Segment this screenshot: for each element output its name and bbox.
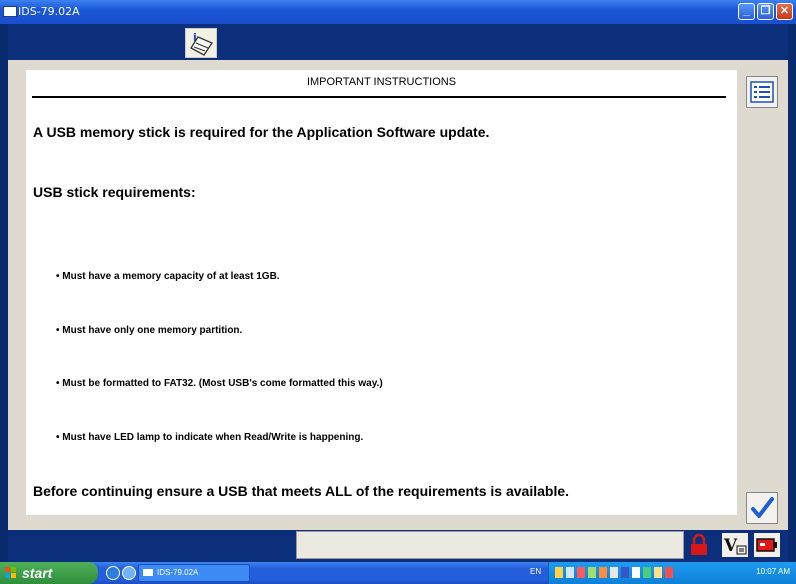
tray-alert-icon[interactable] [577,567,585,578]
svg-text:V: V [723,536,738,556]
minimize-button[interactable]: _ [738,3,755,20]
tray-app-icon[interactable] [588,567,596,578]
page-title: IMPORTANT INSTRUCTIONS [306,76,457,88]
tray-app-icon[interactable] [621,567,629,578]
requirement-item: • Must be formatted to FAT32. (Most USB'… [56,378,383,389]
window-icon [143,569,153,576]
requirements-heading: USB stick requirements: [33,184,196,200]
tray-app-icon[interactable] [643,567,651,578]
tray-network-icon[interactable] [566,567,574,578]
taskbar: start IDS-79.02A EN 10:07 AM [0,562,796,584]
vehicle-connection-icon[interactable]: V [722,533,748,557]
main-frame: IMPORTANT INSTRUCTIONS A USB memory stic… [8,60,788,530]
system-tray: 10:07 AM [548,562,796,584]
requirement-item: • Must have only one memory partition. [56,325,243,336]
close-button[interactable]: ✕ [776,3,793,20]
footer-instruction: Before continuing ensure a USB that meet… [33,483,570,499]
info-document-icon: i [190,31,213,56]
window-title: IDS-79.02A [18,5,80,18]
start-button[interactable]: start [0,562,98,584]
status-bar: V [8,530,788,562]
start-label: start [22,565,53,581]
tray-app-icon[interactable] [654,567,662,578]
windows-flag-icon [5,567,16,578]
lock-icon[interactable] [688,533,710,557]
window-app-icon [3,6,17,17]
list-icon [750,81,774,103]
internet-explorer-icon[interactable] [106,566,120,580]
status-message-field [296,531,684,559]
tray-app-icon[interactable] [610,567,618,578]
tray-app-icon[interactable] [632,567,640,578]
intro-text: A USB memory stick is required for the A… [33,124,490,140]
restore-button[interactable]: ❐ [757,3,774,20]
battery-icon[interactable] [754,533,780,557]
checkmark-icon [751,497,774,518]
app-toolbar: i [8,24,788,60]
instructions-panel: IMPORTANT INSTRUCTIONS A USB memory stic… [26,70,737,515]
taskbar-window-label: IDS-79.02A [157,568,199,577]
menu-list-button[interactable] [746,76,778,108]
header-divider [32,96,726,98]
tray-app-icon[interactable] [599,567,607,578]
tray-icons [555,567,710,579]
tray-app-icon[interactable] [665,567,673,578]
requirement-item: • Must have LED lamp to indicate when Re… [56,432,364,443]
info-mode-button[interactable]: i [185,28,217,58]
quicklaunch-app-icon[interactable] [122,566,136,580]
language-indicator[interactable]: EN [530,567,541,576]
taskbar-window-item[interactable]: IDS-79.02A [138,564,250,582]
confirm-button[interactable] [746,492,778,524]
requirement-item: • Must have a memory capacity of at leas… [56,271,280,282]
tray-speaker-icon[interactable] [555,567,563,578]
window-titlebar: IDS-79.02A _ ❐ ✕ [0,0,796,24]
clock: 10:07 AM [756,567,790,576]
